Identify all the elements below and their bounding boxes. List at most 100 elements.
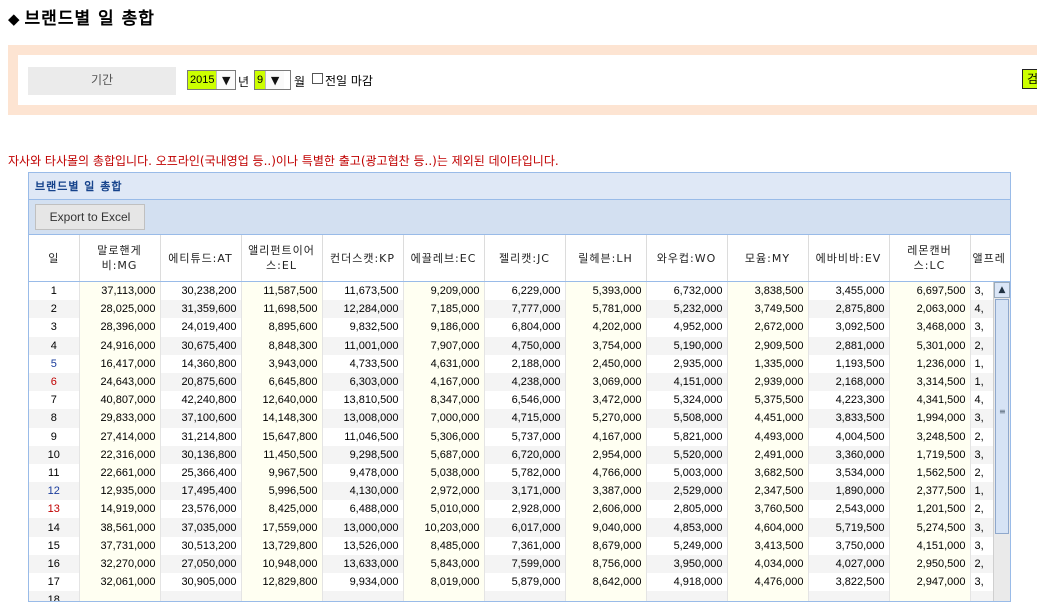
column-header[interactable]: 레몬캔버스:LC bbox=[889, 235, 971, 282]
value-cell: 1,994,000 bbox=[889, 409, 971, 428]
value-cell: 4,027,000 bbox=[808, 554, 890, 573]
value-cell bbox=[565, 591, 647, 601]
grip-icon: ≡ bbox=[999, 407, 1006, 416]
table-row[interactable]: 14 38,561,000 37,035,000 17,559,000 13,000,0… bbox=[29, 518, 1010, 537]
table-row[interactable]: 5 16,417,000 14,360,800 3,943,000 4,733,500 4… bbox=[29, 354, 1010, 373]
value-cell: 15,647,800 bbox=[241, 427, 323, 446]
table-row[interactable]: 1 37,113,000 30,238,200 11,587,500 11,673,50… bbox=[29, 282, 1010, 301]
scroll-up-arrow-icon[interactable]: ▲ bbox=[994, 282, 1010, 298]
vertical-scrollbar[interactable]: ▲ ≡ bbox=[993, 282, 1010, 601]
grid-body[interactable]: 1 37,113,000 30,238,200 11,587,500 11,673,50… bbox=[29, 282, 1010, 601]
column-header-day[interactable]: 일 bbox=[29, 235, 80, 282]
table-row[interactable]: 4 24,916,000 30,675,400 8,848,300 11,001,000… bbox=[29, 336, 1010, 355]
grid-body-table: 1 37,113,000 30,238,200 11,587,500 11,673,50… bbox=[29, 282, 1010, 601]
column-header[interactable]: 릴헤븐:LH bbox=[565, 235, 647, 282]
table-row[interactable]: 12 12,935,000 17,495,400 5,996,500 4,130,000… bbox=[29, 482, 1010, 501]
table-row[interactable]: 17 32,061,000 30,905,000 12,829,800 9,934,00… bbox=[29, 573, 1010, 592]
value-cell: 5,232,000 bbox=[646, 300, 728, 319]
value-cell: 4,451,000 bbox=[727, 409, 809, 428]
value-cell: 2,805,000 bbox=[646, 500, 728, 519]
value-cell: 4,750,000 bbox=[484, 336, 566, 355]
value-cell: 4,151,000 bbox=[889, 536, 971, 555]
table-row[interactable]: 18 bbox=[29, 591, 1010, 601]
value-cell: 3,943,000 bbox=[241, 354, 323, 373]
value-cell: 2,939,000 bbox=[727, 372, 809, 392]
value-cell: 12,935,000 bbox=[79, 482, 161, 501]
column-header[interactable]: 앨리펀트이어스:EL bbox=[241, 235, 323, 282]
value-cell: 3,750,000 bbox=[808, 536, 890, 555]
table-row[interactable]: 7 40,807,000 42,240,800 12,640,000 13,810,50… bbox=[29, 391, 1010, 410]
value-cell: 4,493,000 bbox=[727, 427, 809, 446]
column-header[interactable]: 앨프레 bbox=[970, 235, 1010, 282]
value-cell: 17,495,400 bbox=[160, 482, 242, 501]
column-header[interactable]: 에끌레브:EC bbox=[403, 235, 485, 282]
value-cell: 13,000,000 bbox=[322, 518, 404, 537]
value-cell: 24,643,000 bbox=[79, 372, 161, 392]
value-cell: 5,038,000 bbox=[403, 463, 485, 483]
value-cell: 30,905,000 bbox=[160, 573, 242, 592]
column-header[interactable]: 에바비바:EV bbox=[808, 235, 890, 282]
value-cell: 5,274,500 bbox=[889, 518, 971, 537]
table-row[interactable]: 8 29,833,000 37,100,600 14,148,300 13,008,00… bbox=[29, 409, 1010, 428]
value-cell: 2,950,500 bbox=[889, 554, 971, 573]
value-cell: 4,604,000 bbox=[727, 518, 809, 537]
day-cell: 1 bbox=[29, 282, 80, 301]
search-button[interactable]: 검색 bbox=[1022, 69, 1037, 89]
value-cell: 9,298,500 bbox=[322, 445, 404, 464]
value-cell: 32,061,000 bbox=[79, 573, 161, 592]
value-cell: 28,396,000 bbox=[79, 318, 161, 337]
table-row[interactable]: 10 22,316,000 30,136,800 11,450,500 9,298,50… bbox=[29, 445, 1010, 464]
value-cell: 37,731,000 bbox=[79, 536, 161, 555]
column-header[interactable]: 모윰:MY bbox=[727, 235, 809, 282]
column-header[interactable]: 에티튜드:AT bbox=[160, 235, 242, 282]
column-header[interactable]: 젤리캣:JC bbox=[484, 235, 566, 282]
value-cell: 14,919,000 bbox=[79, 500, 161, 519]
value-cell: 37,113,000 bbox=[79, 282, 161, 301]
value-cell: 11,673,500 bbox=[322, 282, 404, 301]
grid-title: 브랜드별 일 총합 bbox=[29, 173, 1010, 200]
day-cell: 2 bbox=[29, 300, 80, 319]
value-cell bbox=[808, 591, 890, 601]
table-row[interactable]: 15 37,731,000 30,513,200 13,729,800 13,526,0… bbox=[29, 536, 1010, 555]
year-select-value: 2015 bbox=[188, 71, 217, 89]
value-cell bbox=[403, 591, 485, 601]
day-cell: 16 bbox=[29, 554, 80, 573]
value-cell: 30,513,200 bbox=[160, 536, 242, 555]
table-row[interactable]: 3 28,396,000 24,019,400 8,895,600 9,832,500 9… bbox=[29, 318, 1010, 337]
value-cell: 7,361,000 bbox=[484, 536, 566, 555]
value-cell: 6,697,500 bbox=[889, 282, 971, 301]
scrollbar-thumb[interactable]: ≡ bbox=[995, 299, 1009, 534]
value-cell: 14,360,800 bbox=[160, 354, 242, 373]
value-cell: 7,777,000 bbox=[484, 300, 566, 319]
year-unit-label: 년 bbox=[238, 75, 250, 89]
column-header[interactable]: 컨더스캣:KP bbox=[322, 235, 404, 282]
value-cell: 42,240,800 bbox=[160, 391, 242, 410]
value-cell: 4,167,000 bbox=[403, 372, 485, 392]
column-header[interactable]: 말로핸게비:MG bbox=[79, 235, 161, 282]
value-cell: 9,478,000 bbox=[322, 463, 404, 483]
day-cell: 18 bbox=[29, 591, 80, 601]
value-cell: 2,875,800 bbox=[808, 300, 890, 319]
value-cell: 13,729,800 bbox=[241, 536, 323, 555]
table-row[interactable]: 2 28,025,000 31,359,600 11,698,500 12,284,00… bbox=[29, 300, 1010, 319]
table-row[interactable]: 13 14,919,000 23,576,000 8,425,000 6,488,000… bbox=[29, 500, 1010, 519]
value-cell: 8,485,000 bbox=[403, 536, 485, 555]
column-header[interactable]: 와우컵:WO bbox=[646, 235, 728, 282]
value-cell: 5,782,000 bbox=[484, 463, 566, 483]
table-row[interactable]: 9 27,414,000 31,214,800 15,647,800 11,046,50… bbox=[29, 427, 1010, 446]
export-excel-button[interactable]: Export to Excel bbox=[35, 204, 145, 230]
value-cell: 6,229,000 bbox=[484, 282, 566, 301]
value-cell: 40,807,000 bbox=[79, 391, 161, 410]
table-row[interactable]: 16 32,270,000 27,050,000 10,948,000 13,633,0… bbox=[29, 554, 1010, 573]
prev-day-close-checkbox[interactable] bbox=[312, 73, 323, 84]
table-row[interactable]: 6 24,643,000 20,875,600 6,645,800 6,303,000 4… bbox=[29, 372, 1010, 392]
value-cell: 10,948,000 bbox=[241, 554, 323, 573]
month-select[interactable]: 9 ▼ bbox=[254, 70, 291, 90]
value-cell: 5,324,000 bbox=[646, 391, 728, 410]
year-select[interactable]: 2015 ▼ bbox=[187, 70, 236, 90]
value-cell: 4,223,300 bbox=[808, 391, 890, 410]
value-cell: 6,546,000 bbox=[484, 391, 566, 410]
table-row[interactable]: 11 22,661,000 25,366,400 9,967,500 9,478,000… bbox=[29, 463, 1010, 483]
filter-panel-inner: 기간 2015 ▼ 년 9 ▼ 월 전일 마감 검색 bbox=[18, 55, 1037, 105]
value-cell: 30,675,400 bbox=[160, 336, 242, 355]
